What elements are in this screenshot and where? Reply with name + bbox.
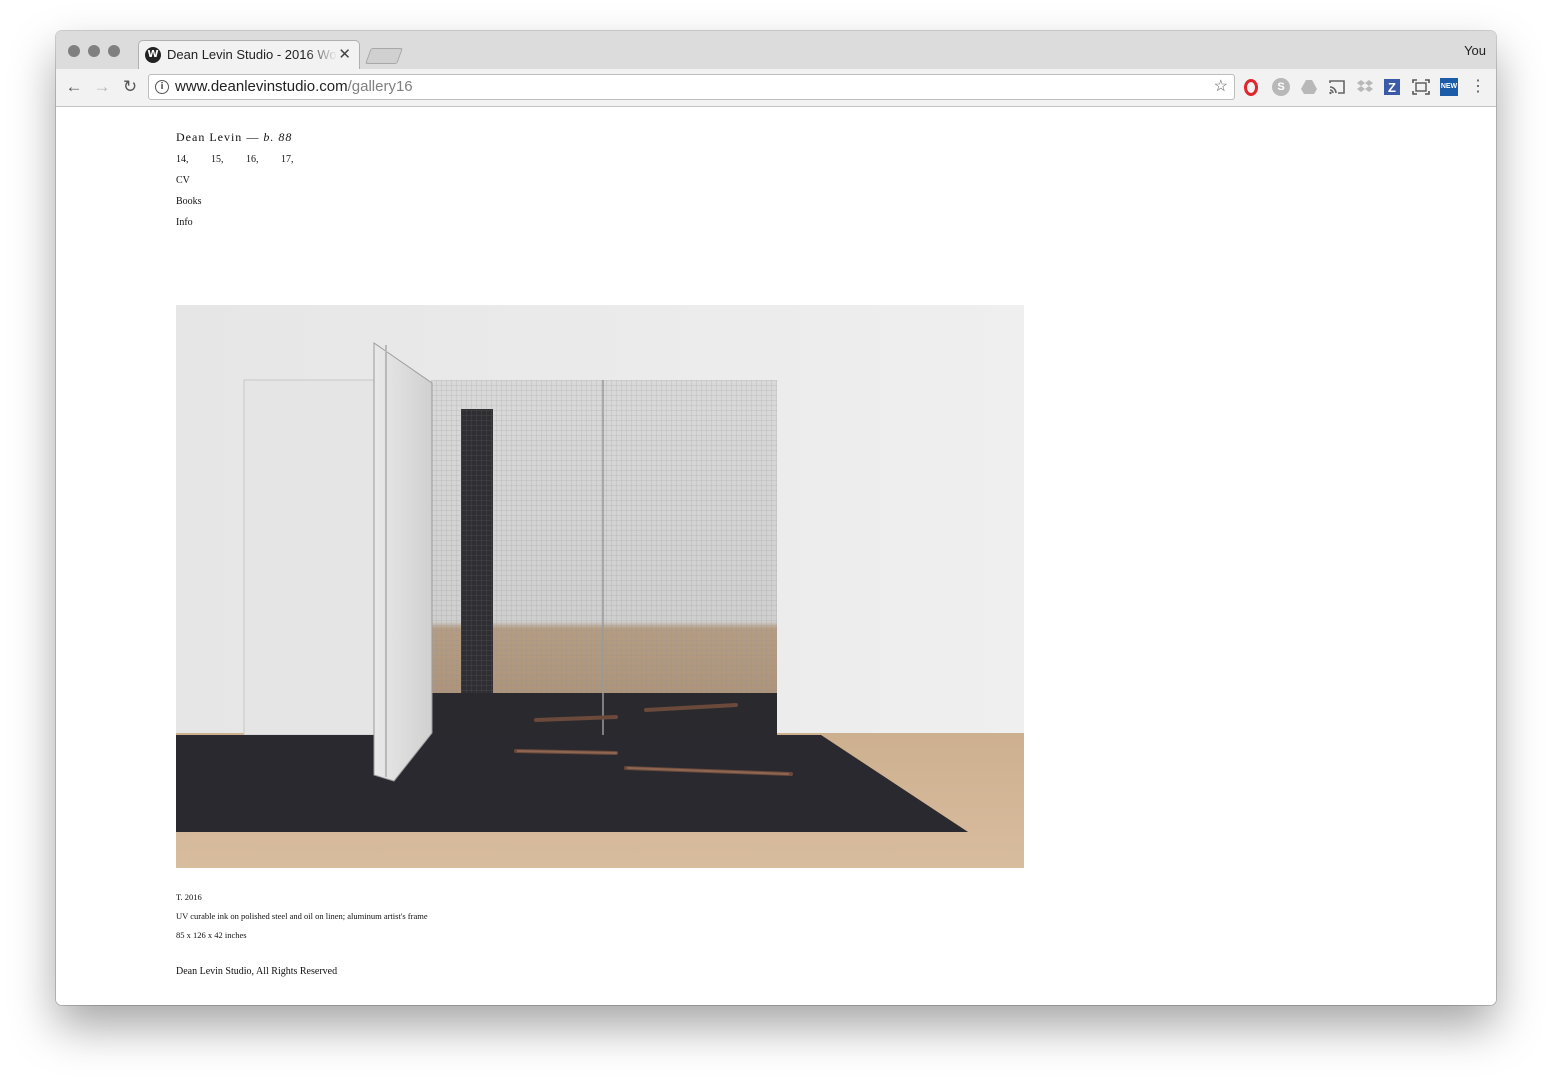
site-favicon-icon: W xyxy=(145,47,161,63)
info-icon[interactable]: i xyxy=(155,80,169,94)
cast-icon[interactable] xyxy=(1328,78,1346,96)
page-content: Dean Levin — b. 88 14, 15, 16, 17, CV Bo… xyxy=(56,107,1496,1005)
tab-title: Dean Levin Studio - 2016 Work xyxy=(167,47,337,62)
artwork-medium: UV curable ink on polished steel and oil… xyxy=(176,911,428,921)
year-nav: 14, 15, 16, 17, xyxy=(176,154,314,165)
opera-icon[interactable] xyxy=(1244,79,1258,96)
forward-arrow-icon[interactable]: → xyxy=(90,74,114,100)
artist-name: Dean Levin xyxy=(176,130,243,144)
birth-year: b. 88 xyxy=(263,130,293,144)
url-host: www.deanlevinstudio.com xyxy=(175,78,348,95)
minimize-window-button[interactable] xyxy=(88,45,100,57)
artwork-title: T. 2016 xyxy=(176,892,202,902)
tab-strip: W Dean Levin Studio - 2016 Work ✕ You xyxy=(56,31,1496,70)
year-link-15[interactable]: 15, xyxy=(211,154,224,165)
browser-toolbar: ← → ↻ i www.deanlevinstudio.com/gallery1… xyxy=(56,69,1496,107)
nav-link-info[interactable]: Info xyxy=(176,217,193,228)
url-path: /gallery16 xyxy=(347,78,413,95)
tab-close-icon[interactable]: ✕ xyxy=(338,46,351,64)
dropbox-icon[interactable] xyxy=(1356,78,1374,96)
browser-window: W Dean Levin Studio - 2016 Work ✕ You ← … xyxy=(56,31,1496,1005)
nav-link-cv[interactable]: CV xyxy=(176,175,190,186)
z-extension-icon[interactable]: Z xyxy=(1384,79,1400,95)
profile-button[interactable]: You xyxy=(1464,43,1486,58)
url-text[interactable]: www.deanlevinstudio.com/gallery16 xyxy=(175,78,413,96)
site-title[interactable]: Dean Levin — b. 88 xyxy=(176,130,292,145)
artwork-dimensions: 85 x 126 x 42 inches xyxy=(176,930,247,940)
year-link-14[interactable]: 14, xyxy=(176,154,189,165)
footer-copyright: Dean Levin Studio, All Rights Reserved xyxy=(176,966,338,977)
screenshot-icon[interactable] xyxy=(1412,78,1430,96)
year-link-16[interactable]: 16, xyxy=(246,154,259,165)
skype-icon[interactable]: S xyxy=(1272,78,1290,96)
news-extension-icon[interactable]: NEW xyxy=(1440,78,1458,96)
bookmark-star-icon[interactable]: ☆ xyxy=(1214,77,1228,97)
more-menu-icon[interactable]: ⋮ xyxy=(1470,77,1486,97)
zoom-window-button[interactable] xyxy=(108,45,120,57)
title-dash: — xyxy=(246,130,260,144)
back-arrow-icon[interactable]: ← xyxy=(62,74,86,100)
year-link-17[interactable]: 17, xyxy=(281,154,294,165)
google-drive-icon[interactable] xyxy=(1300,78,1318,96)
artwork-image[interactable] xyxy=(176,305,1024,868)
tab-active[interactable]: W Dean Levin Studio - 2016 Work ✕ xyxy=(138,40,360,70)
new-tab-button[interactable] xyxy=(365,48,403,64)
close-window-button[interactable] xyxy=(68,45,80,57)
reload-icon[interactable]: ↻ xyxy=(118,74,142,100)
address-bar[interactable]: i www.deanlevinstudio.com/gallery16 ☆ xyxy=(148,74,1235,100)
nav-link-books[interactable]: Books xyxy=(176,196,202,207)
